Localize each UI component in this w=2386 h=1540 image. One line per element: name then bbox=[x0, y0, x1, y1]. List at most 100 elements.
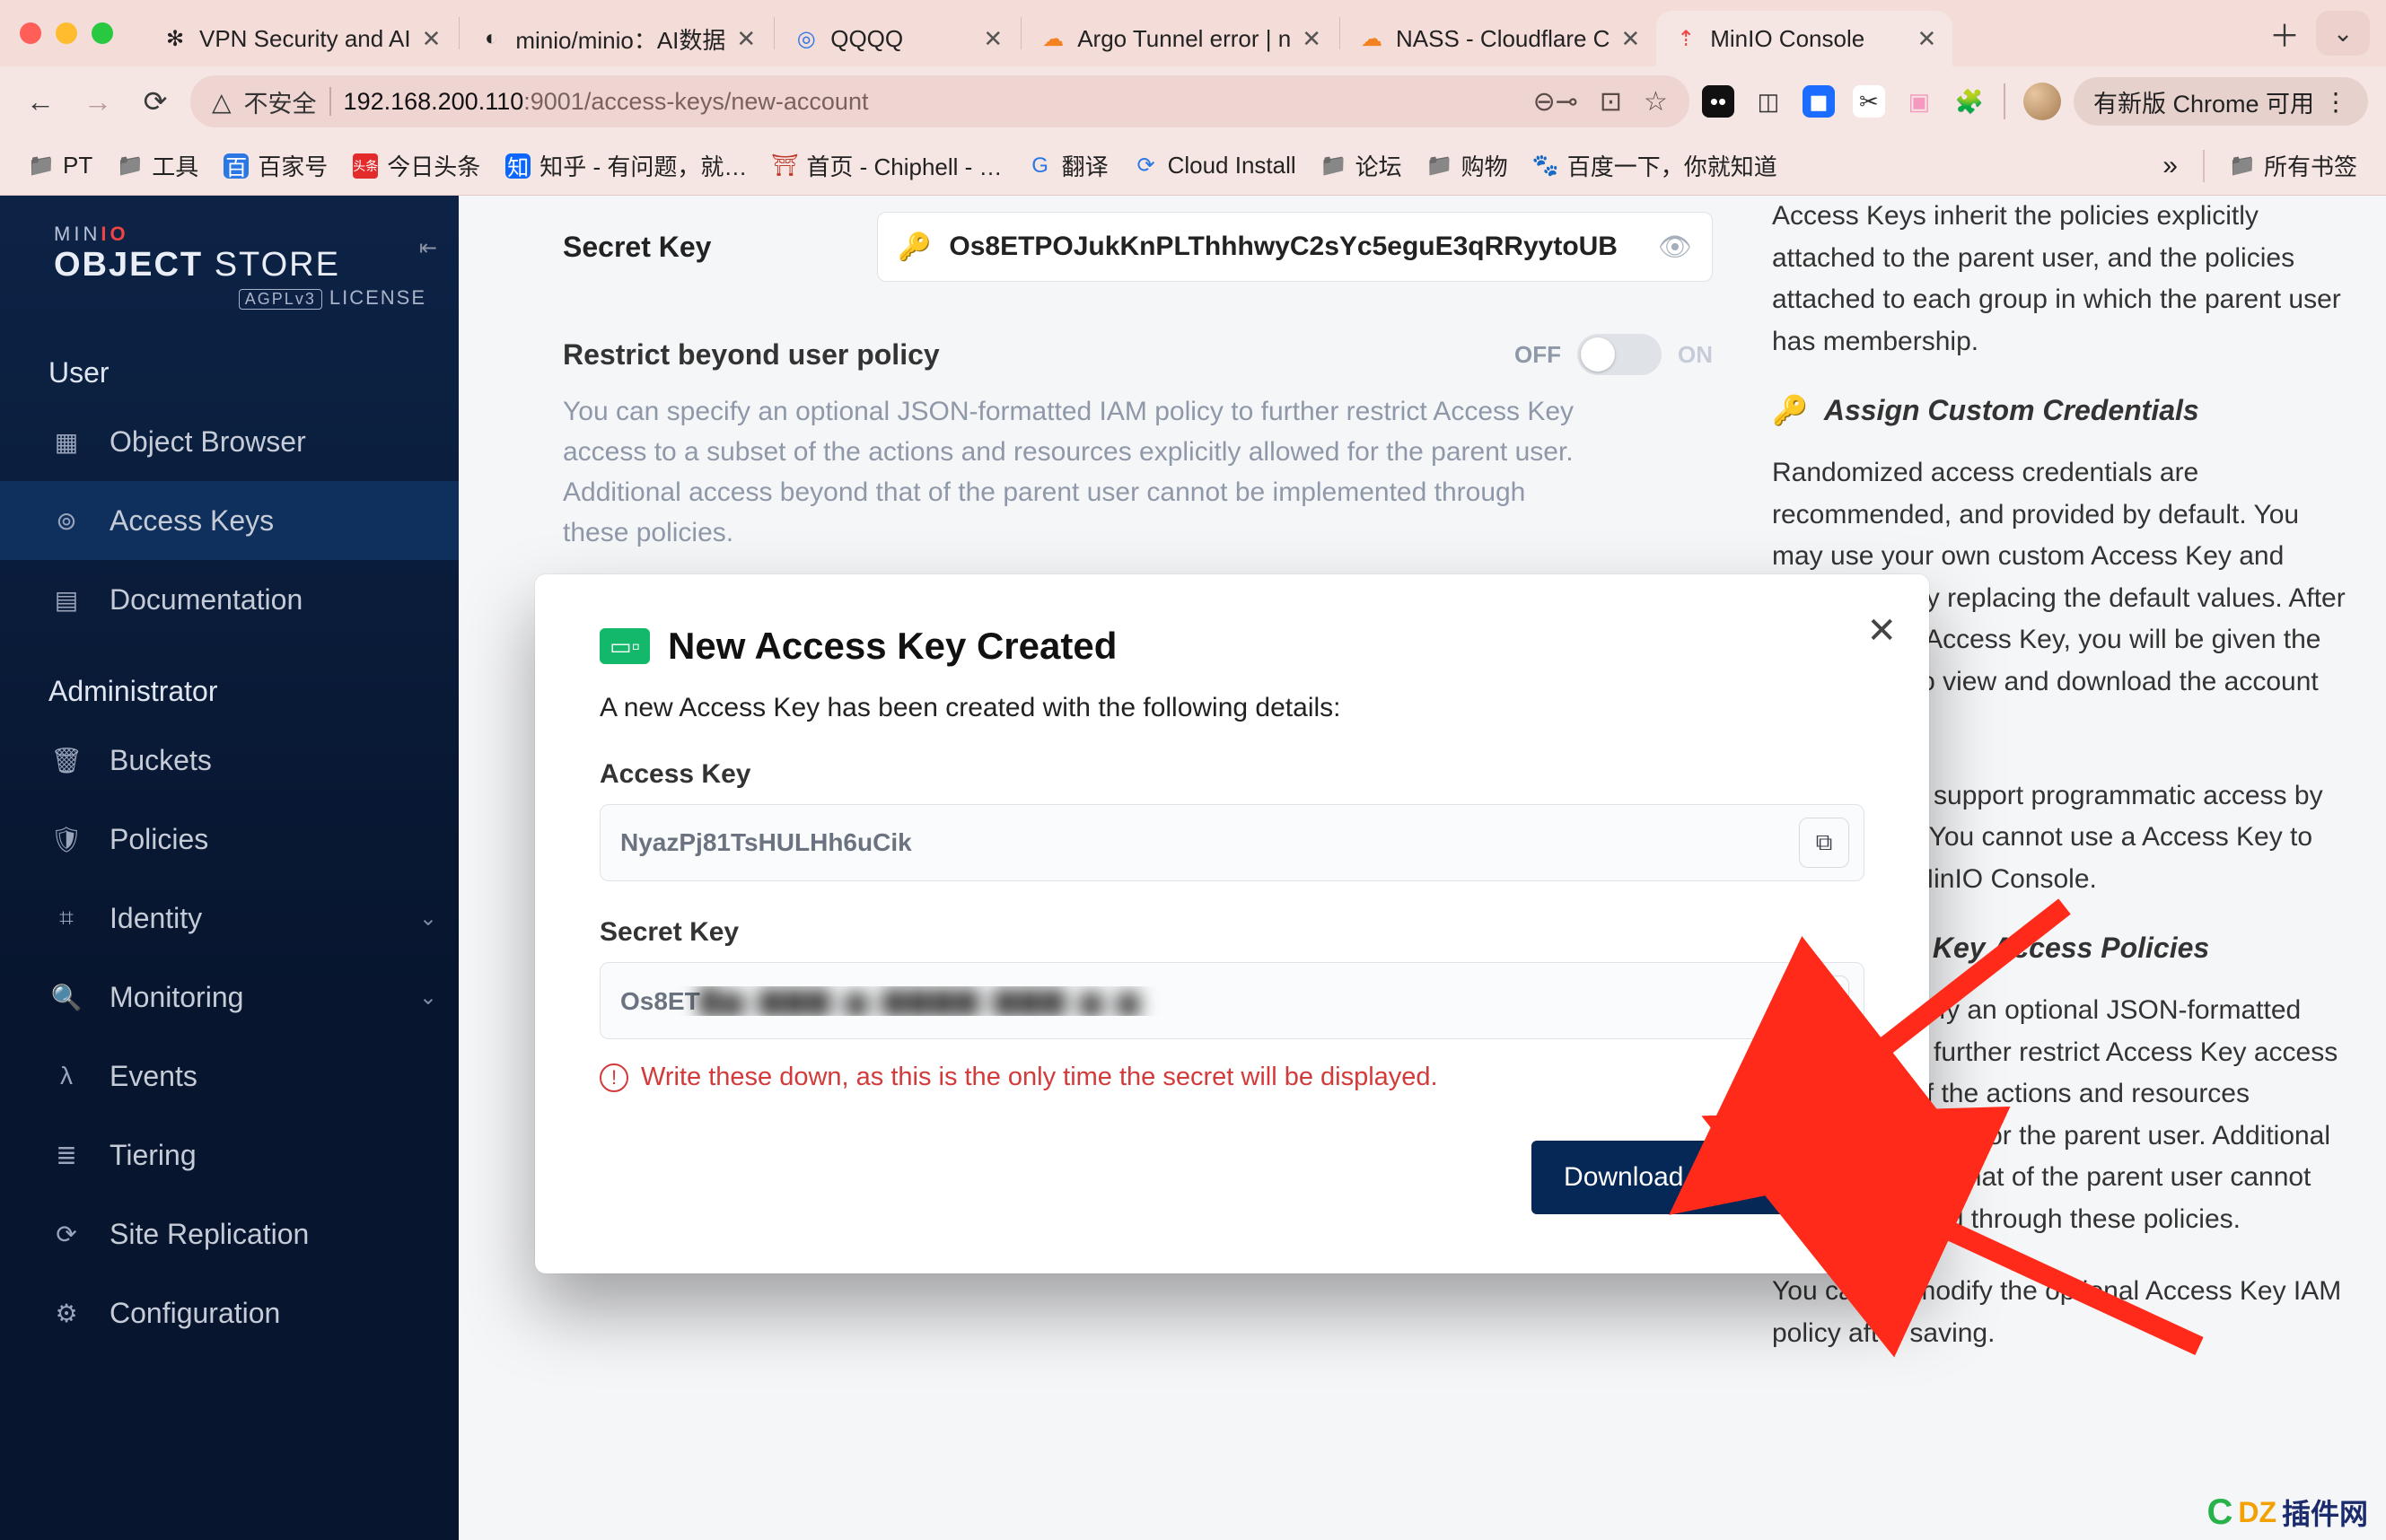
favicon: ☁ bbox=[1358, 25, 1385, 52]
shield-icon: 🛡 bbox=[48, 825, 84, 854]
close-icon[interactable]: ✕ bbox=[1917, 25, 1936, 53]
password-icon[interactable]: ⊖⊸ bbox=[1533, 86, 1578, 118]
collapse-icon[interactable]: ⇤ bbox=[419, 235, 437, 261]
all-bookmarks[interactable]: 所有书签 bbox=[2221, 145, 2366, 187]
sidebar-item-policies[interactable]: 🛡 Policies bbox=[0, 800, 459, 879]
sidebar-item-tiering[interactable]: ≣ Tiering bbox=[0, 1116, 459, 1194]
bookmark-translate[interactable]: G翻译 bbox=[1019, 145, 1118, 187]
tab-nass[interactable]: ☁ NASS - Cloudflare C ✕ bbox=[1342, 11, 1656, 66]
tier-icon: ≣ bbox=[48, 1141, 84, 1170]
tab-minio-console[interactable]: ⇡MinIO Console✕ bbox=[1656, 11, 1952, 66]
id-card-icon: ▭▫ bbox=[600, 628, 650, 664]
bookmark-zhihu[interactable]: 知知乎 - 有问题，就… bbox=[496, 145, 756, 187]
sidebar-item-object-browser[interactable]: ▦Object Browser bbox=[0, 402, 459, 481]
ext-icon[interactable]: ▣ bbox=[1903, 85, 1935, 118]
close-icon[interactable]: ✕ bbox=[1620, 25, 1640, 53]
close-icon[interactable]: ✕ bbox=[422, 25, 442, 53]
search-icon: 🔍 bbox=[48, 983, 84, 1012]
gear-icon: ⚙ bbox=[48, 1299, 84, 1328]
tab-strip: ✻VPN Security and AI✕ ◐minio/minio：AI数据✕… bbox=[0, 0, 2386, 66]
window-maximize[interactable] bbox=[92, 22, 113, 44]
tab-overflow-button[interactable]: ⌄ bbox=[2316, 11, 2370, 56]
sidebar-item-documentation[interactable]: ▤Documentation bbox=[0, 560, 459, 639]
sidebar-item-label: Policies bbox=[110, 823, 208, 856]
extensions-menu-icon[interactable]: 🧩 bbox=[1953, 85, 1986, 118]
sidebar-item-identity[interactable]: ⌗Identity⌄ bbox=[0, 879, 459, 958]
download-icon: ⭳ bbox=[1823, 1155, 1833, 1201]
close-icon[interactable]: ✕ bbox=[983, 25, 1003, 53]
bookmark-baijia[interactable]: 百百家号 bbox=[215, 145, 337, 187]
bookmark-folder-pt[interactable]: PT bbox=[20, 145, 101, 187]
sidebar-item-label: Site Replication bbox=[110, 1218, 309, 1251]
bookmark-toutiao[interactable]: 头条今日头条 bbox=[344, 145, 489, 187]
copy-icon[interactable]: ⧉ bbox=[1799, 976, 1849, 1026]
extensions: •• ◫ ◼ ✂ ▣ 🧩 bbox=[1702, 83, 2061, 120]
sidebar-item-label: Object Browser bbox=[110, 425, 306, 459]
warning-icon: ! bbox=[600, 1063, 628, 1092]
bookmark-cloud-install[interactable]: ⟳Cloud Install bbox=[1125, 145, 1305, 187]
bookmark-folder-forum[interactable]: 论坛 bbox=[1312, 145, 1411, 187]
translate-icon[interactable]: ⊡ bbox=[1600, 86, 1622, 118]
window-minimize[interactable] bbox=[56, 22, 77, 44]
sidebar-item-label: Buckets bbox=[110, 744, 212, 777]
id-icon: ⌗ bbox=[48, 904, 84, 933]
secret-warning: ! Write these down, as this is the only … bbox=[600, 1063, 1864, 1092]
favicon: ◎ bbox=[793, 25, 820, 52]
ext-bitwarden-icon[interactable]: ◫ bbox=[1752, 85, 1785, 118]
sidebar-item-site-replication[interactable]: ⟳ Site Replication bbox=[0, 1194, 459, 1273]
tab-title: Argo Tunnel error | n bbox=[1077, 25, 1291, 53]
separator bbox=[2203, 150, 2205, 182]
window-controls bbox=[20, 22, 113, 44]
close-icon[interactable]: ✕ bbox=[1302, 25, 1321, 53]
tab-minio-gh[interactable]: ◐ minio/minio：AI数据 ✕ bbox=[461, 11, 772, 66]
brand: ⇤ MINIO OBJECT STORE AGPLv3LICENSE bbox=[0, 214, 459, 320]
copy-icon[interactable]: ⧉ bbox=[1799, 818, 1849, 868]
menu-icon[interactable]: ⋮ bbox=[2323, 87, 2348, 117]
forward-button[interactable]: → bbox=[75, 79, 120, 124]
replicate-icon: ⟳ bbox=[48, 1220, 84, 1249]
close-icon[interactable]: ✕ bbox=[1866, 610, 1897, 652]
sidebar-item-label: Documentation bbox=[110, 583, 303, 617]
lambda-icon: λ bbox=[48, 1062, 84, 1090]
tab-vpn[interactable]: ✻VPN Security and AI✕ bbox=[145, 11, 457, 66]
ext-icon[interactable]: ✂ bbox=[1853, 85, 1885, 118]
ext-icon[interactable]: •• bbox=[1702, 85, 1734, 118]
tab-title: minio/minio：AI数据 bbox=[515, 22, 725, 56]
favicon: ⇡ bbox=[1672, 25, 1699, 52]
toolbar: ← → ⟳ △ 不安全 192.168.200.110:9001/access-… bbox=[0, 66, 2386, 136]
sidebar-item-configuration[interactable]: ⚙Configuration bbox=[0, 1273, 459, 1352]
tab-title: VPN Security and AI bbox=[199, 25, 411, 53]
sidebar-item-label: Tiering bbox=[110, 1139, 197, 1172]
profile-avatar[interactable] bbox=[2023, 83, 2061, 120]
update-label: 有新版 Chrome 可用 bbox=[2093, 84, 2314, 119]
sidebar-item-buckets[interactable]: 🗑Buckets bbox=[0, 721, 459, 800]
access-key-value: NyazPj81TsHULHh6uCik bbox=[620, 828, 1799, 857]
back-button[interactable]: ← bbox=[18, 79, 63, 124]
chrome-update-pill[interactable]: 有新版 Chrome 可用 ⋮ bbox=[2074, 77, 2368, 126]
address-bar[interactable]: △ 不安全 192.168.200.110:9001/access-keys/n… bbox=[190, 75, 1689, 127]
download-for-import-button[interactable]: Download for import ⭳ bbox=[1531, 1141, 1864, 1214]
security-label[interactable]: 不安全 bbox=[244, 84, 317, 119]
bookmark-folder-shop[interactable]: 购物 bbox=[1418, 145, 1517, 187]
bookmark-chiphell[interactable]: ⛩首页 - Chiphell - … bbox=[763, 145, 1011, 187]
bookmark-overflow[interactable]: » bbox=[2154, 151, 2187, 181]
tab-title: QQQQ bbox=[830, 25, 972, 53]
close-icon[interactable]: ✕ bbox=[736, 25, 756, 53]
new-tab-button[interactable]: ＋ bbox=[2262, 11, 2307, 56]
url-text: 192.168.200.110:9001/access-keys/new-acc… bbox=[344, 88, 869, 116]
ext-icon[interactable]: ◼ bbox=[1803, 85, 1835, 118]
favicon: ☁ bbox=[1039, 25, 1066, 52]
bookmark-folder-tools[interactable]: 工具 bbox=[109, 145, 207, 187]
sidebar: ⇤ MINIO OBJECT STORE AGPLv3LICENSE User … bbox=[0, 196, 459, 1540]
sidebar-item-events[interactable]: λEvents bbox=[0, 1037, 459, 1116]
tab-argo[interactable]: ☁ Argo Tunnel error | n ✕ bbox=[1023, 11, 1338, 66]
sidebar-item-access-keys[interactable]: ⊚Access Keys bbox=[0, 481, 459, 560]
favicon: ◐ bbox=[478, 25, 504, 52]
sidebar-item-monitoring[interactable]: 🔍Monitoring⌄ bbox=[0, 958, 459, 1037]
bookmark-baidu[interactable]: 🐾百度一下，你就知道 bbox=[1524, 145, 1786, 187]
reload-button[interactable]: ⟳ bbox=[133, 79, 178, 124]
window-close[interactable] bbox=[20, 22, 41, 44]
bookmark-star-icon[interactable]: ☆ bbox=[1644, 86, 1668, 118]
tab-qqqq[interactable]: ◎ QQQQ ✕ bbox=[776, 11, 1019, 66]
tab-title: NASS - Cloudflare C bbox=[1396, 25, 1610, 53]
